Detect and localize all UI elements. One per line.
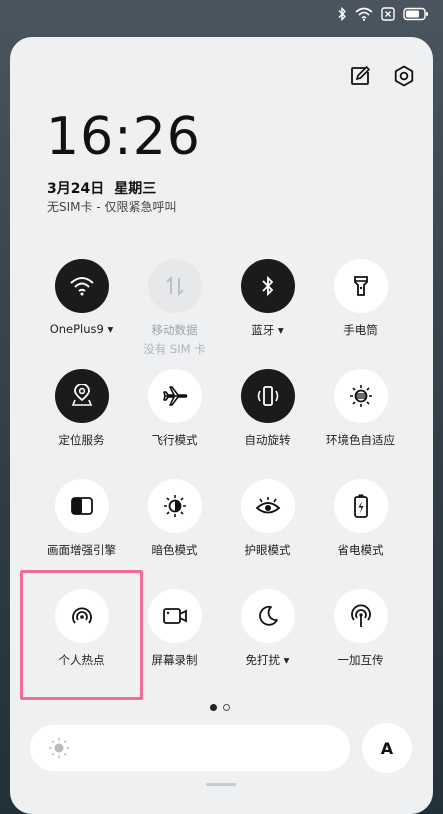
dropdown-arrow-icon[interactable]: ▾	[104, 322, 114, 336]
tile-oneplus-share[interactable]: 一加互传	[313, 589, 408, 668]
wifi-icon[interactable]	[54, 259, 109, 313]
ambient-color-icon[interactable]	[333, 369, 388, 423]
clock: 16:26	[46, 107, 201, 167]
battery-saver-icon[interactable]	[333, 479, 388, 533]
highlight-box	[20, 570, 143, 700]
tile-label: 省电模式	[337, 543, 384, 557]
tile-auto-rotate[interactable]: 自动旋转	[220, 369, 315, 448]
bluetooth-icon	[337, 6, 347, 25]
tile-do-not-disturb[interactable]: 免打扰 ▾	[220, 589, 315, 668]
battery-icon	[403, 6, 429, 25]
auto-brightness-button[interactable]: A	[362, 723, 412, 773]
sim-x-icon	[381, 6, 395, 25]
tile-dark-mode[interactable]: 暗色模式	[127, 479, 222, 558]
page-dot-active[interactable]	[210, 704, 217, 711]
tile-label: 自动旋转	[244, 433, 291, 447]
status-bar	[0, 0, 443, 30]
tile-label: 一加互传	[337, 653, 384, 667]
tile-label: 免打扰	[245, 653, 281, 667]
wifi-icon	[355, 6, 373, 25]
dark-mode-icon[interactable]	[147, 479, 202, 533]
sim-status: 无SIM卡 - 仅限紧急呼叫	[47, 200, 177, 214]
brightness-slider[interactable]	[30, 725, 350, 771]
tile-display-enhance[interactable]: 画面增强引擎	[34, 479, 129, 558]
edit-icon[interactable]	[347, 63, 373, 89]
rotate-icon[interactable]	[240, 369, 295, 423]
tile-eye-comfort[interactable]: 护眼模式	[220, 479, 315, 558]
tile-sublabel: 没有 SIM 卡	[143, 342, 206, 356]
date-line: 3月24日 星期三	[47, 178, 166, 198]
tile-location[interactable]: 定位服务	[34, 369, 129, 448]
page-indicator	[210, 704, 230, 711]
tile-airplane[interactable]: 飞行模式	[127, 369, 222, 448]
tile-label: 蓝牙	[251, 323, 275, 337]
eye-icon[interactable]	[240, 479, 295, 533]
tile-bluetooth[interactable]: 蓝牙 ▾	[220, 259, 315, 338]
tile-label: 移动数据	[151, 323, 198, 337]
tile-label: 飞行模式	[151, 433, 198, 447]
location-icon[interactable]	[54, 369, 109, 423]
tile-label: 环境色自适应	[326, 433, 395, 447]
drag-handle[interactable]	[206, 783, 236, 786]
brightness-sun-icon	[48, 737, 70, 763]
quick-settings-panel: 16:26 3月24日 星期三 无SIM卡 - 仅限紧急呼叫 OnePlus9 ▾…	[10, 37, 433, 814]
weekday: 星期三	[114, 181, 157, 197]
airplane-icon[interactable]	[147, 369, 202, 423]
display-enhance-icon[interactable]	[54, 479, 109, 533]
date: 3月24日	[47, 181, 105, 197]
tile-mobile-data[interactable]: 移动数据 没有 SIM 卡	[127, 259, 222, 357]
tile-label: 暗色模式	[151, 543, 198, 557]
bluetooth-icon[interactable]	[240, 259, 295, 313]
page-dot[interactable]	[223, 704, 230, 711]
tile-flashlight[interactable]: 手电筒	[313, 259, 408, 338]
tile-wifi[interactable]: OnePlus9 ▾	[34, 259, 129, 336]
tile-label: 护眼模式	[244, 543, 291, 557]
flashlight-icon[interactable]	[333, 259, 388, 313]
tile-label: 手电筒	[343, 323, 378, 337]
dropdown-arrow-icon[interactable]: ▾	[274, 323, 284, 337]
moon-icon[interactable]	[240, 589, 295, 643]
dropdown-arrow-icon[interactable]: ▾	[280, 653, 290, 667]
tile-label: OnePlus9	[49, 322, 104, 336]
screen-record-icon[interactable]	[147, 589, 202, 643]
tile-ambient-color[interactable]: 环境色自适应	[313, 369, 408, 448]
share-transfer-icon[interactable]	[333, 589, 388, 643]
tile-label: 定位服务	[58, 433, 105, 447]
mobile-data-icon[interactable]	[147, 259, 202, 313]
tile-label: 画面增强引擎	[47, 543, 116, 557]
settings-icon[interactable]	[391, 63, 417, 89]
tile-battery-saver[interactable]: 省电模式	[313, 479, 408, 558]
